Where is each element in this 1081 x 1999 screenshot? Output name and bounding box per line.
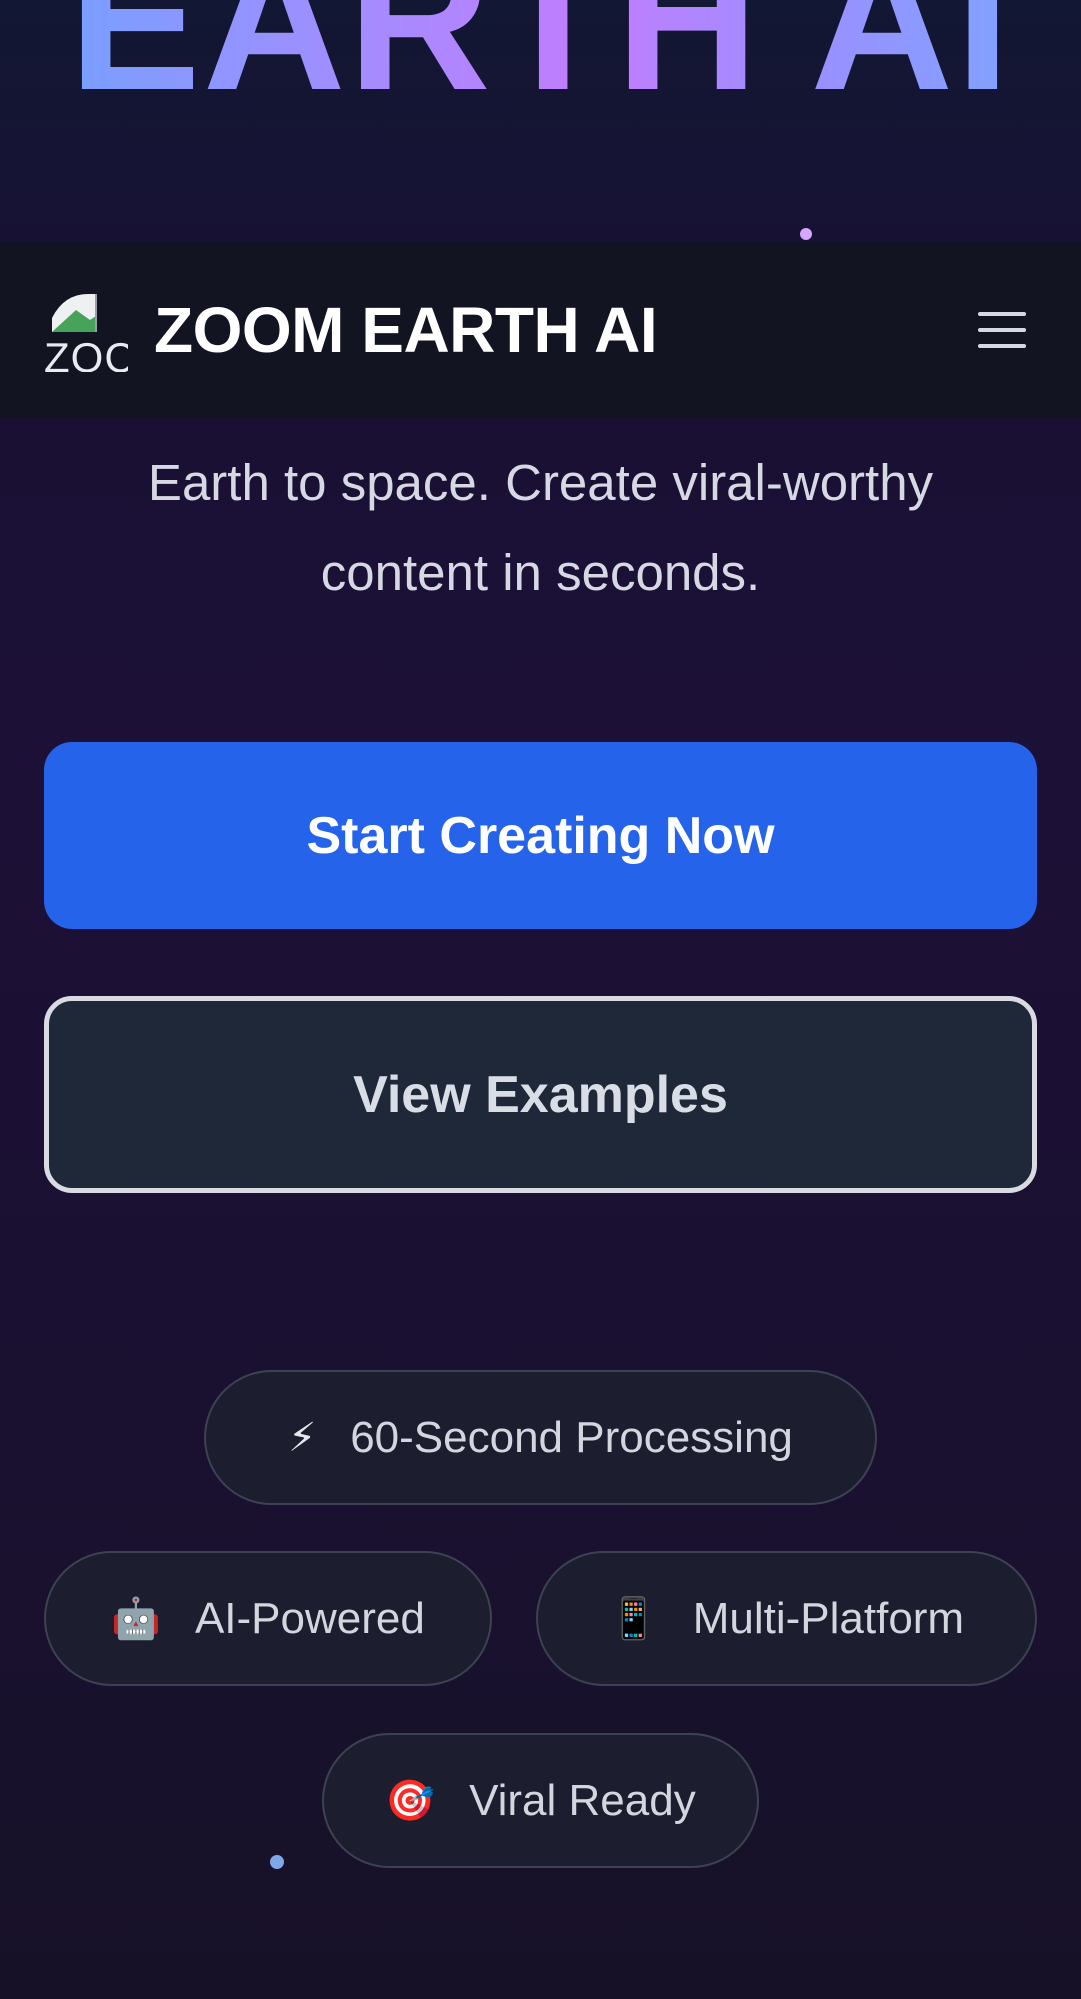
logo-alt-text: ZOC	[44, 334, 128, 372]
decorative-particle	[800, 228, 812, 240]
feature-pill-processing: ⚡ 60-Second Processing	[204, 1370, 877, 1505]
view-examples-button[interactable]: View Examples	[44, 996, 1037, 1193]
feature-pill-multi-platform: 📱 Multi-Platform	[536, 1551, 1037, 1686]
decorative-particle	[270, 1855, 284, 1869]
start-creating-button[interactable]: Start Creating Now	[44, 742, 1037, 929]
feature-label: Multi-Platform	[692, 1593, 965, 1643]
hamburger-menu-icon[interactable]	[972, 304, 1032, 356]
hero-subtitle: Earth to space. Create viral-worthy cont…	[147, 454, 934, 601]
broken-logo-image[interactable]: ZOC	[44, 288, 128, 372]
target-icon: 🎯	[385, 1778, 436, 1823]
robot-icon: 🤖	[111, 1596, 161, 1641]
feature-label: 60-Second Processing	[350, 1412, 793, 1462]
feature-label: AI-Powered	[194, 1593, 425, 1643]
brand-name[interactable]: ZOOM EARTH AI	[154, 293, 658, 367]
feature-pill-viral-ready: 🎯 Viral Ready	[322, 1733, 759, 1868]
feature-pill-ai-powered: 🤖 AI-Powered	[44, 1551, 492, 1686]
feature-label: Viral Ready	[469, 1775, 696, 1825]
hero-title: EARTH AI	[0, 0, 1081, 120]
mobile-phone-icon: 📱	[608, 1596, 659, 1641]
lightning-icon: ⚡	[288, 1415, 317, 1460]
top-navbar: ZOC ZOOM EARTH AI	[0, 242, 1081, 418]
